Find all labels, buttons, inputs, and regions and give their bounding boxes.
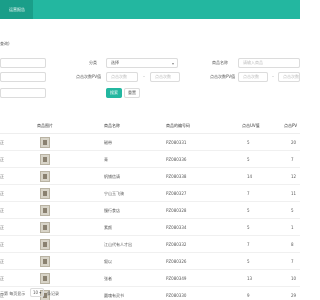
click-pv-cell: 10 xyxy=(291,276,297,281)
click-pv-cell: 11 xyxy=(291,191,297,196)
product-name-cell: 青 xyxy=(104,157,108,162)
click-uv-cell: 5 xyxy=(247,225,250,230)
table-header: 商品图片 商品名称 商品的编号码 点击UV值 点击PV xyxy=(0,119,300,134)
table-row[interactable]: 正 慢行食店 PZ080328 5 5 xyxy=(0,202,300,219)
product-code-cell: PZ080331 xyxy=(166,140,187,145)
product-name-cell: 慢行食店 xyxy=(104,208,120,213)
chevron-down-icon: ▾ xyxy=(39,290,42,295)
product-thumbnail xyxy=(40,188,50,199)
product-code-cell: PZ080326 xyxy=(166,259,187,264)
row-status-cell: 正 xyxy=(0,276,4,281)
product-thumbnail xyxy=(40,273,50,284)
page-size-value: 10 xyxy=(33,290,39,295)
click-uv-cell: 14 xyxy=(247,174,253,179)
row3-left-input[interactable] xyxy=(0,88,46,98)
product-name-cell: 叙以 xyxy=(104,259,112,264)
chevron-down-icon: ▾ xyxy=(171,61,174,66)
product-name-input[interactable]: 请输入商品 xyxy=(238,58,300,68)
click-uv-cell: 5 xyxy=(247,208,250,213)
row-status-cell: 正 xyxy=(0,208,4,213)
row-status-cell: 正 xyxy=(0,174,4,179)
row-status-cell: 正 xyxy=(0,140,4,145)
click-pv-cell: 5 xyxy=(291,208,294,213)
col-header-uv: 点击UV值 xyxy=(242,123,260,128)
table-row[interactable]: 正 宁山玉飞骑 PZ080327 7 11 xyxy=(0,185,300,202)
reset-button[interactable]: 重置 xyxy=(124,88,140,98)
click-uv-cell: 7 xyxy=(247,191,250,196)
product-thumbnail xyxy=(40,171,50,182)
col-header-pv: 点击PV xyxy=(284,123,298,128)
click-pv-cell: 8 xyxy=(291,242,294,247)
category-label: 分类 xyxy=(89,60,97,65)
category-select[interactable]: 选择 ▾ xyxy=(106,58,178,68)
col-header-name: 商品名称 xyxy=(104,123,120,128)
click-uv-cell: 7 xyxy=(247,242,250,247)
product-name-cell: 素颜 xyxy=(104,225,112,230)
row-status-cell: 正 xyxy=(0,242,4,247)
click-uv-cell: 5 xyxy=(247,157,250,162)
row-status-cell: 正 xyxy=(0,225,4,230)
product-code-cell: PZ080338 xyxy=(166,174,187,179)
category-select-value: 选择 xyxy=(111,60,119,65)
row1-left-input[interactable] xyxy=(0,58,46,68)
product-name-label: 商品名称 xyxy=(212,60,228,65)
tab-operation-report[interactable]: 运营报告 xyxy=(0,0,33,19)
table-row[interactable]: 正 张者 PZ080349 13 10 xyxy=(0,270,300,287)
product-thumbnail xyxy=(40,222,50,233)
click-pv-label: 点击次数PV值 xyxy=(76,74,102,79)
page-size-select[interactable]: 10 ▾ xyxy=(30,288,44,297)
product-name-cell: 磁带 xyxy=(104,140,112,145)
product-name-cell: 帆铺信请 xyxy=(104,174,120,179)
product-code-cell: PZ080327 xyxy=(166,191,187,196)
table-row[interactable]: 正 江山代有人才出 PZ080332 7 8 xyxy=(0,236,300,253)
range-dash: – xyxy=(272,74,274,79)
click-pv-to-input[interactable]: 点击次数 xyxy=(150,72,180,82)
col-header-image: 商品图片 xyxy=(37,123,53,128)
product-thumbnail xyxy=(40,137,50,148)
row-status-cell: 正 xyxy=(0,191,4,196)
row2-left-input[interactable] xyxy=(0,72,46,82)
click-uv-cell: 5 xyxy=(247,140,250,145)
product-thumbnail xyxy=(40,256,50,267)
header-bar xyxy=(0,0,300,19)
click-pv-from-input[interactable]: 点击次数 xyxy=(106,72,138,82)
row-status-cell: 正 xyxy=(0,157,4,162)
click-pv-right-to-input[interactable]: 点击次数 xyxy=(278,72,300,82)
click-pv-cell: 7 xyxy=(291,157,294,162)
product-name-cell: 宁山玉飞骑 xyxy=(104,191,124,196)
click-pv-cell: 12 xyxy=(291,174,297,179)
product-code-cell: PZ080349 xyxy=(166,276,187,281)
product-thumbnail xyxy=(40,239,50,250)
click-pv-right-from-input[interactable]: 点击次数 xyxy=(238,72,268,82)
table-row[interactable]: 正 帆铺信请 PZ080338 14 12 xyxy=(0,168,300,185)
product-code-cell: PZ080328 xyxy=(166,208,187,213)
click-pv-cell: 1 xyxy=(291,225,294,230)
table-row[interactable]: 正 青 PZ080336 5 7 xyxy=(0,151,300,168)
product-thumbnail xyxy=(40,205,50,216)
product-name-cell: 江山代有人才出 xyxy=(104,242,132,247)
filter-section-title: 查询) xyxy=(0,41,10,46)
click-uv-cell: 13 xyxy=(247,276,253,281)
row-status-cell: 正 xyxy=(0,259,4,264)
pagination-right-text: 条记录 xyxy=(47,291,59,296)
table-row[interactable]: 正 磁带 PZ080331 5 20 xyxy=(0,134,300,151)
pagination-footer: 示第 每页显示 10 ▾ 条记录 xyxy=(0,287,300,300)
search-button[interactable]: 搜索 xyxy=(106,88,122,98)
product-thumbnail xyxy=(40,154,50,165)
table-row[interactable]: 正 叙以 PZ080326 5 7 xyxy=(0,253,300,270)
click-pv-right-label: 点击次数PV值 xyxy=(210,74,236,79)
product-code-cell: PZ080332 xyxy=(166,242,187,247)
pagination-left-text: 示第 每页显示 xyxy=(0,291,26,296)
click-pv-cell: 7 xyxy=(291,259,294,264)
product-code-cell: PZ080336 xyxy=(166,157,187,162)
click-pv-cell: 20 xyxy=(291,140,297,145)
top-bar: 运营报告 xyxy=(0,0,300,19)
product-code-cell: PZ080334 xyxy=(166,225,187,230)
range-dash: – xyxy=(143,74,145,79)
product-name-cell: 张者 xyxy=(104,276,112,281)
table-row[interactable]: 正 素颜 PZ080334 5 1 xyxy=(0,219,300,236)
click-uv-cell: 5 xyxy=(247,259,250,264)
col-header-code: 商品的编号码 xyxy=(166,123,190,128)
